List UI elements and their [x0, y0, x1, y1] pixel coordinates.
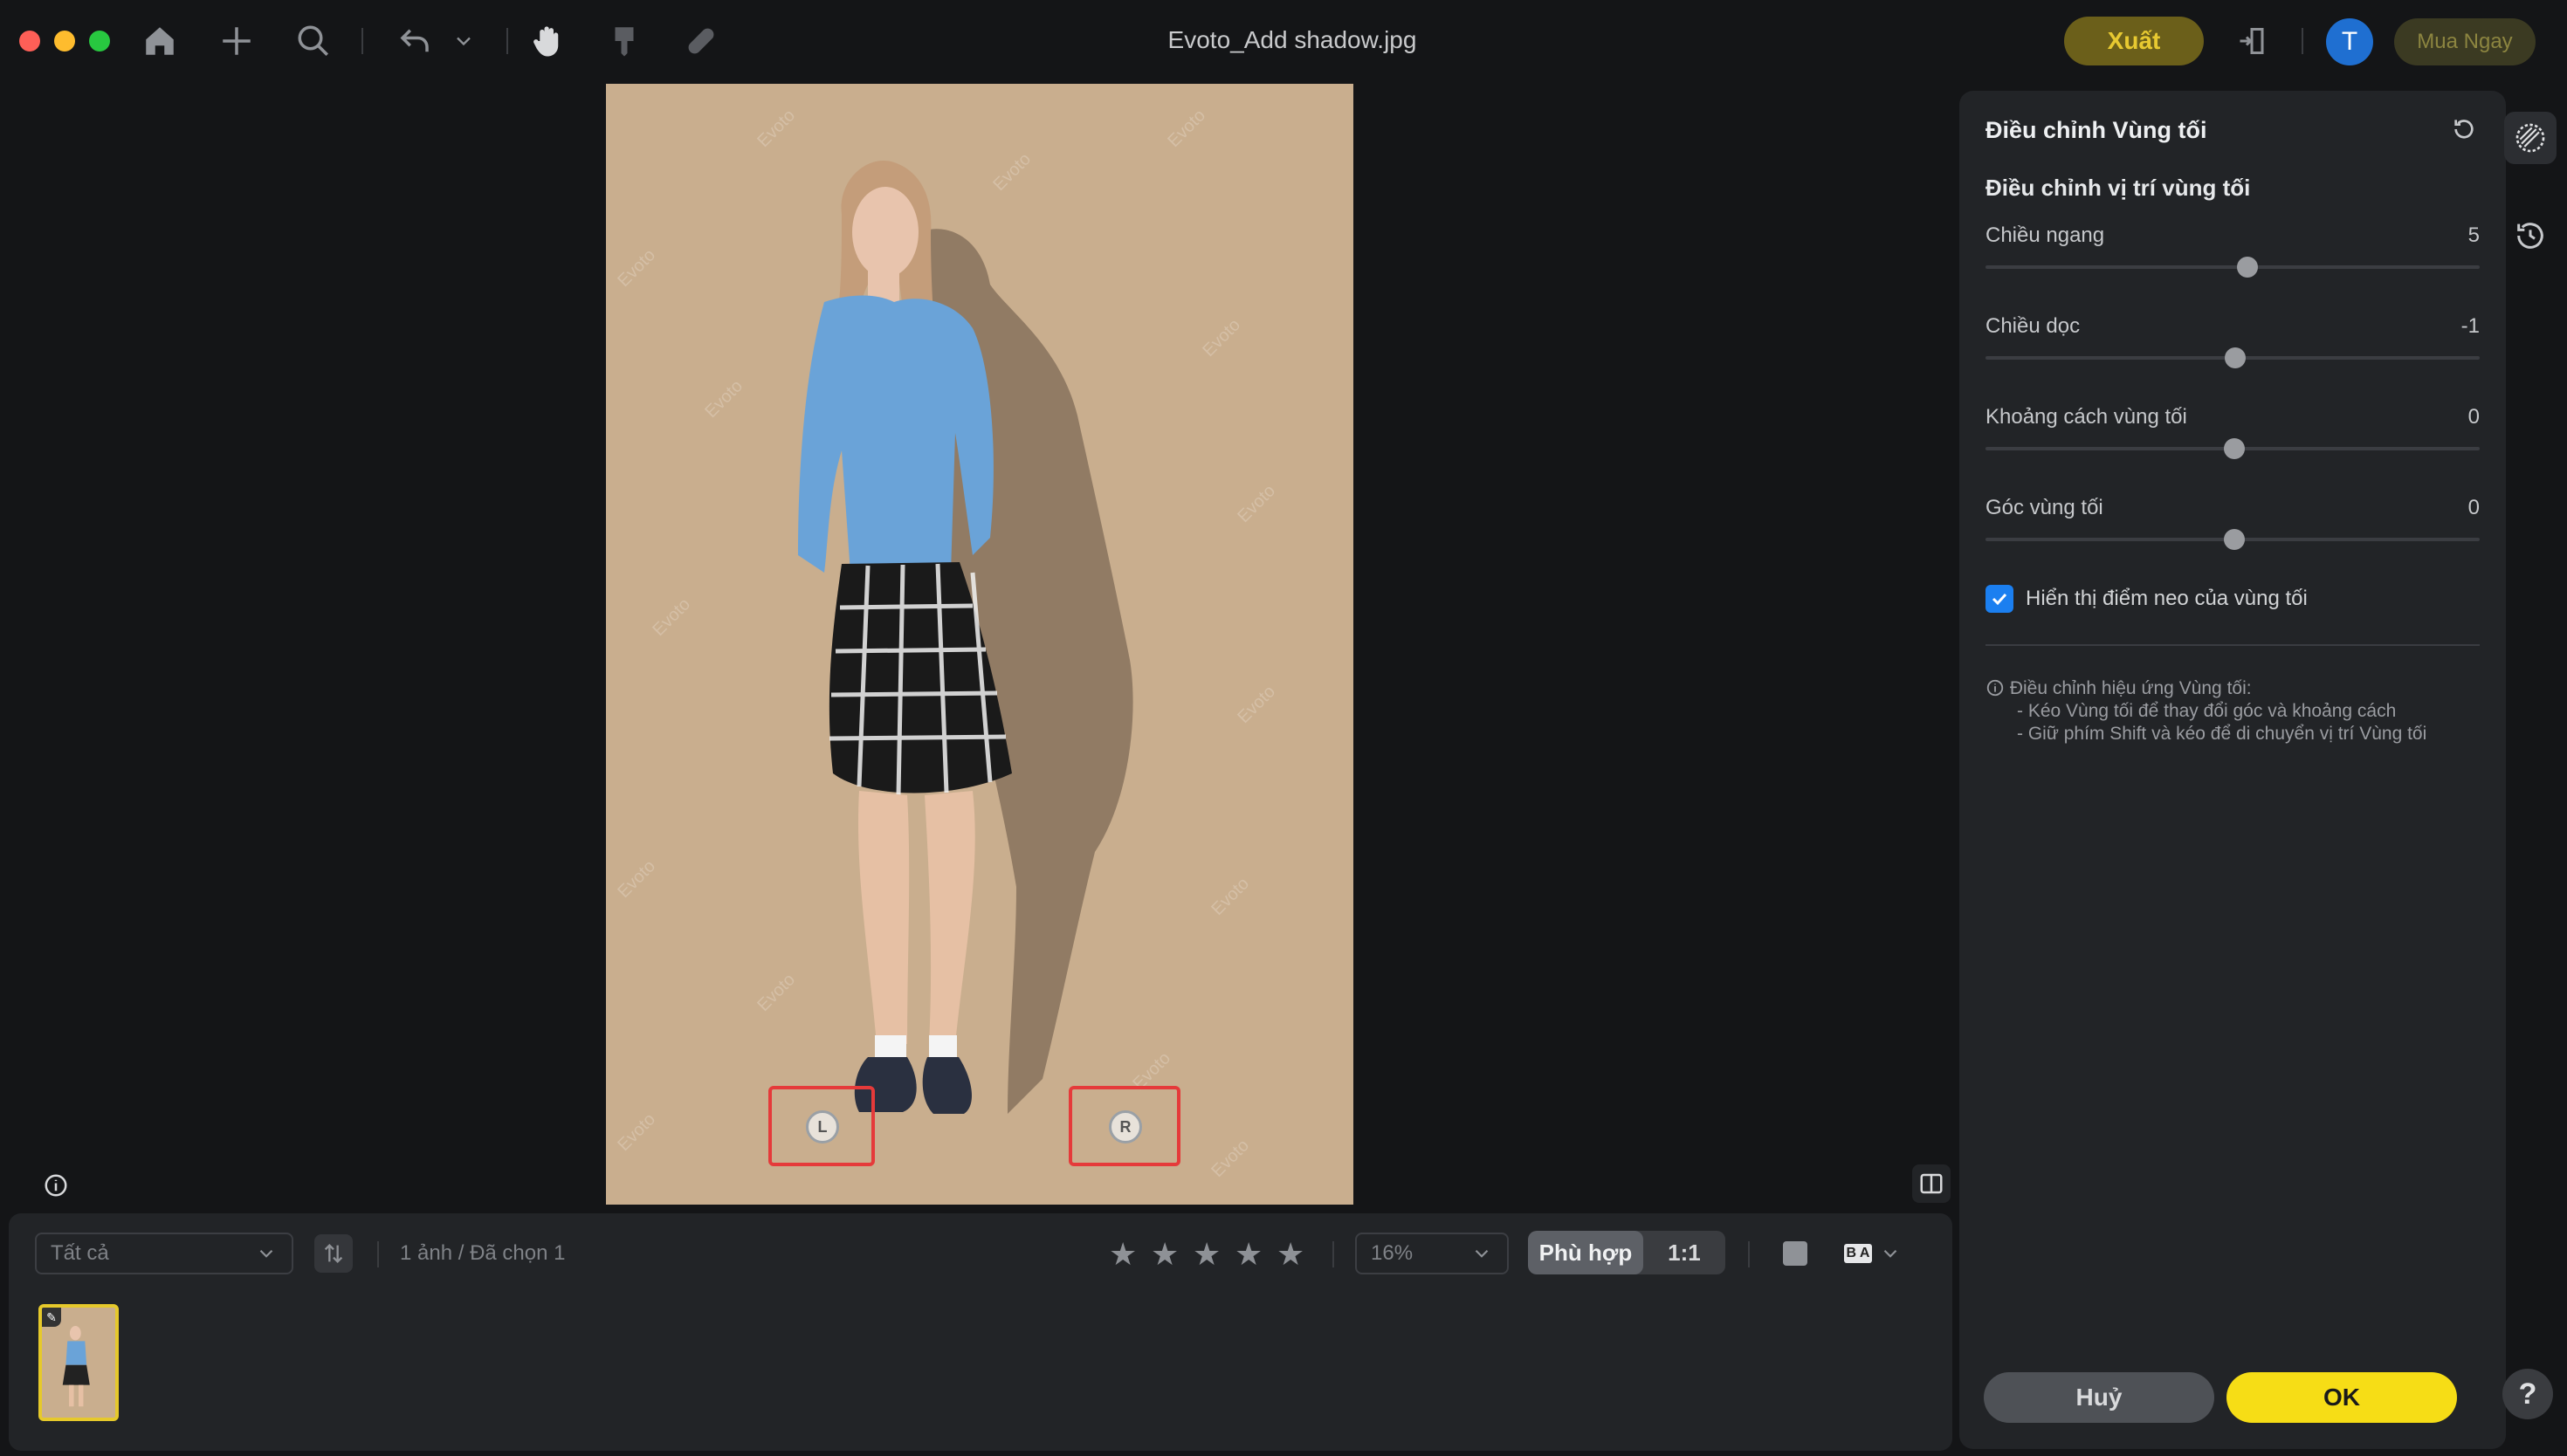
- info-line-1: - Kéo Vùng tối để thay đổi góc và khoảng…: [2017, 701, 2397, 721]
- show-anchor-label[interactable]: Hiển thị điểm neo của vùng tối: [2026, 587, 2308, 611]
- rating-star-2[interactable]: ★: [1151, 1236, 1179, 1273]
- slider-vertical[interactable]: [1985, 347, 2480, 368]
- minimize-window-button[interactable]: [54, 31, 75, 52]
- subject-figure[interactable]: [606, 84, 1353, 1205]
- slider-label-angle: Góc vùng tối: [1985, 496, 2103, 519]
- one-to-one-button[interactable]: 1:1: [1643, 1231, 1725, 1274]
- home-icon[interactable]: [138, 19, 182, 63]
- zoom-mode-toggle: Phù hợp 1:1: [1528, 1231, 1725, 1274]
- image-thumbnail[interactable]: ✎: [38, 1304, 119, 1421]
- slider-label-horizontal: Chiều ngang: [1985, 223, 2105, 247]
- info-title: Điều chỉnh hiệu ứng Vùng tối:: [2009, 678, 2252, 698]
- ok-button[interactable]: OK: [2226, 1372, 2457, 1423]
- chevron-down-icon: [1884, 1249, 1897, 1258]
- info-icon[interactable]: [37, 1166, 75, 1205]
- info-text: Điều chỉnh hiệu ứng Vùng tối: - Kéo Vùng…: [1985, 677, 2480, 745]
- fit-button[interactable]: Phù hợp: [1528, 1231, 1643, 1274]
- legs: [858, 791, 975, 1044]
- compare-view-icon[interactable]: [1912, 1164, 1951, 1203]
- export-button[interactable]: Xuất: [2064, 17, 2204, 65]
- slider-horizontal[interactable]: [1985, 257, 2480, 278]
- shadow-tool-icon[interactable]: [2504, 112, 2557, 164]
- slider-value-vertical[interactable]: -1: [2461, 314, 2480, 339]
- title-bar: Evoto_Add shadow.jpg Xuất T Mua Ngay: [0, 0, 2567, 84]
- shadow-anchor-right-highlight: R: [1069, 1086, 1180, 1166]
- user-avatar[interactable]: T: [2326, 18, 2373, 65]
- shadow-anchor-right[interactable]: R: [1109, 1110, 1142, 1144]
- before-after-button[interactable]: B A: [1842, 1234, 1903, 1273]
- photo-canvas[interactable]: Evoto Evoto Evoto Evoto Evoto Evoto Evot…: [606, 84, 1353, 1205]
- history-icon[interactable]: [2504, 209, 2557, 262]
- slider-distance[interactable]: [1985, 438, 2480, 459]
- zoom-select[interactable]: 16%: [1355, 1233, 1509, 1274]
- hand-icon[interactable]: [526, 19, 569, 63]
- slider-knob[interactable]: [2224, 347, 2246, 368]
- search-icon[interactable]: [292, 19, 335, 63]
- zoom-window-button[interactable]: [89, 31, 110, 52]
- shadow-anchor-left-highlight: L: [768, 1086, 875, 1166]
- rating-star-1[interactable]: ★: [1109, 1236, 1137, 1273]
- chevron-down-icon: [1475, 1249, 1489, 1258]
- slider-value-distance[interactable]: 0: [2468, 405, 2480, 429]
- slider-knob[interactable]: [2236, 257, 2258, 278]
- bandage-icon[interactable]: [679, 19, 723, 63]
- info-icon: [1986, 679, 2004, 697]
- shadow-anchor-left[interactable]: L: [806, 1110, 839, 1144]
- help-button[interactable]: ?: [2502, 1369, 2553, 1419]
- buy-now-button[interactable]: Mua Ngay: [2394, 18, 2536, 65]
- chevron-down-icon: [259, 1249, 273, 1258]
- toolbar-separator: [361, 28, 363, 54]
- panel-title: Điều chỉnh Vùng tối: [1985, 117, 2207, 143]
- slider-knob[interactable]: [2223, 529, 2245, 550]
- bottom-separator: [1748, 1241, 1750, 1267]
- chevron-down-icon[interactable]: [442, 19, 485, 63]
- bottom-separator: [1332, 1241, 1334, 1267]
- toolbar-separator: [2302, 28, 2303, 54]
- slider-label-vertical: Chiều dọc: [1985, 314, 2081, 338]
- slider-value-horizontal[interactable]: 5: [2468, 223, 2480, 248]
- filter-select-value: Tất cả: [51, 1241, 109, 1265]
- slider-value-angle[interactable]: 0: [2468, 496, 2480, 520]
- undo-icon[interactable]: [393, 19, 437, 63]
- export-panel-icon[interactable]: [2230, 19, 2274, 63]
- slider-knob[interactable]: [2223, 438, 2245, 459]
- show-anchor-checkbox[interactable]: [1985, 585, 2013, 613]
- rating-star-5[interactable]: ★: [1277, 1236, 1304, 1273]
- single-view-icon[interactable]: [1776, 1234, 1814, 1273]
- brush-icon[interactable]: [602, 19, 646, 63]
- window-title: Evoto_Add shadow.jpg: [1167, 26, 1417, 53]
- cancel-button[interactable]: Huỷ: [1984, 1372, 2214, 1423]
- sort-icon[interactable]: [314, 1234, 353, 1273]
- checkmark-icon: [1992, 593, 2007, 606]
- slider-angle[interactable]: [1985, 529, 2480, 550]
- slider-label-distance: Khoảng cách vùng tối: [1985, 405, 2187, 429]
- rating-star-3[interactable]: ★: [1193, 1236, 1221, 1273]
- reset-icon[interactable]: [2445, 110, 2483, 148]
- section-title: Điều chỉnh vị trí vùng tối: [1985, 175, 2251, 201]
- add-icon[interactable]: [215, 19, 258, 63]
- rating-star-4[interactable]: ★: [1235, 1236, 1263, 1273]
- selection-count: 1 ảnh / Đã chọn 1: [400, 1241, 566, 1265]
- filter-select[interactable]: Tất cả: [35, 1233, 293, 1274]
- toolbar-separator: [506, 28, 508, 54]
- zoom-select-value: 16%: [1371, 1241, 1414, 1265]
- close-window-button[interactable]: [19, 31, 40, 52]
- info-line-2: - Giữ phím Shift và kéo để di chuyển vị …: [2017, 724, 2427, 744]
- bottom-separator: [377, 1241, 379, 1267]
- panel-divider: [1985, 644, 2480, 646]
- shadow-adjust-panel: Điều chỉnh Vùng tối Điều chỉnh vị trí vù…: [1959, 91, 2506, 1449]
- before-after-label: B A: [1843, 1244, 1873, 1263]
- edited-badge-icon: ✎: [42, 1308, 61, 1327]
